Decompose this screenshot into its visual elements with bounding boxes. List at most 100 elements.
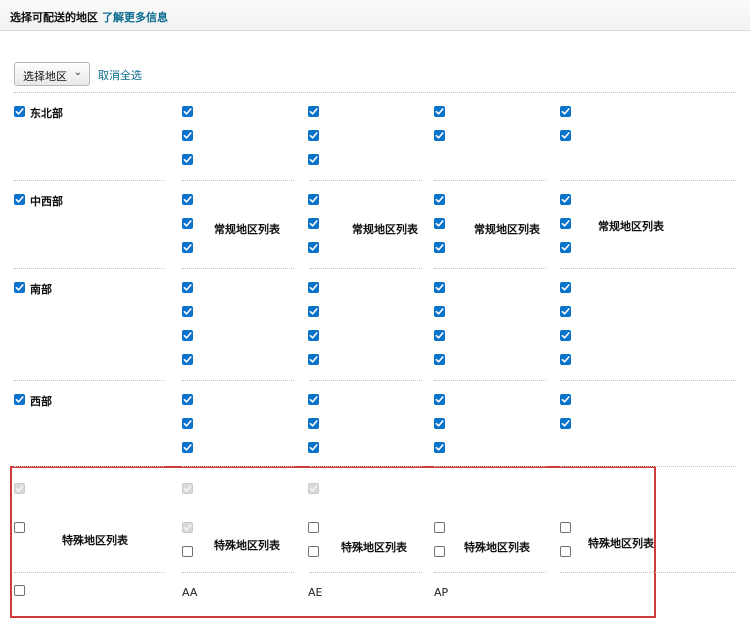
state-checkbox[interactable]	[308, 218, 319, 229]
state-checkbox[interactable]	[434, 306, 445, 317]
state-checkbox[interactable]	[560, 194, 571, 205]
state-checkbox[interactable]	[308, 418, 319, 429]
region-label: 东北部	[30, 107, 63, 120]
row-divider	[310, 268, 422, 269]
state-checkbox[interactable]	[308, 394, 319, 405]
state-checkbox[interactable]	[560, 218, 571, 229]
state-checkbox[interactable]	[560, 282, 571, 293]
page-title: 选择可配送的地区	[10, 11, 98, 24]
row-divider	[182, 380, 294, 381]
special-checkbox[interactable]	[182, 546, 193, 557]
row-divider	[14, 380, 164, 381]
state-checkbox[interactable]	[434, 218, 445, 229]
special-checkbox[interactable]	[560, 546, 571, 557]
learn-more-link[interactable]: 了解更多信息	[102, 9, 168, 25]
row-divider	[14, 572, 164, 573]
regular-list-label: 常规地区列表	[352, 223, 418, 236]
state-checkbox[interactable]	[560, 130, 571, 141]
state-checkbox[interactable]	[182, 442, 193, 453]
state-checkbox[interactable]	[434, 394, 445, 405]
state-checkbox[interactable]	[182, 106, 193, 117]
state-checkbox[interactable]	[434, 330, 445, 341]
special-checkbox-disabled	[308, 483, 319, 494]
special-checkbox-disabled	[14, 483, 25, 494]
row-divider	[182, 268, 294, 269]
state-checkbox[interactable]	[182, 282, 193, 293]
region-label: 西部	[30, 395, 52, 408]
state-checkbox[interactable]	[560, 330, 571, 341]
row-divider	[14, 466, 164, 467]
regular-list-label: 常规地区列表	[474, 223, 540, 236]
special-list-label: 特殊地区列表	[464, 541, 530, 554]
state-checkbox[interactable]	[434, 130, 445, 141]
special-code-label: AA	[182, 586, 198, 599]
state-checkbox[interactable]	[182, 330, 193, 341]
state-checkbox[interactable]	[182, 242, 193, 253]
region-checkbox[interactable]	[14, 394, 25, 405]
state-checkbox[interactable]	[308, 130, 319, 141]
row-divider	[14, 92, 736, 93]
row-divider	[560, 466, 736, 467]
state-checkbox[interactable]	[560, 418, 571, 429]
special-checkbox[interactable]	[308, 522, 319, 533]
state-checkbox[interactable]	[182, 218, 193, 229]
special-code-label: AP	[434, 586, 449, 599]
state-checkbox[interactable]	[434, 106, 445, 117]
state-checkbox[interactable]	[182, 130, 193, 141]
row-divider	[310, 572, 422, 573]
state-checkbox[interactable]	[182, 194, 193, 205]
state-checkbox[interactable]	[434, 194, 445, 205]
state-checkbox[interactable]	[308, 282, 319, 293]
region-label: 中西部	[30, 195, 63, 208]
special-checkbox-disabled	[182, 522, 193, 533]
special-group-checkbox[interactable]	[14, 522, 25, 533]
row-divider	[14, 180, 164, 181]
state-checkbox[interactable]	[308, 442, 319, 453]
deselect-all-link[interactable]: 取消全选	[98, 67, 142, 83]
regular-list-label: 常规地区列表	[214, 223, 280, 236]
state-checkbox[interactable]	[434, 418, 445, 429]
state-checkbox[interactable]	[182, 394, 193, 405]
state-checkbox[interactable]	[182, 154, 193, 165]
region-label: 南部	[30, 283, 52, 296]
state-checkbox[interactable]	[434, 282, 445, 293]
state-checkbox[interactable]	[560, 106, 571, 117]
state-checkbox[interactable]	[560, 242, 571, 253]
select-region-dropdown[interactable]: 选择地区 ⌄	[14, 62, 90, 86]
state-checkbox[interactable]	[308, 330, 319, 341]
state-checkbox[interactable]	[308, 154, 319, 165]
state-checkbox[interactable]	[434, 442, 445, 453]
special-list-label: 特殊地区列表	[62, 534, 128, 547]
state-checkbox[interactable]	[560, 394, 571, 405]
special-checkbox[interactable]	[560, 522, 571, 533]
state-checkbox[interactable]	[182, 418, 193, 429]
row-divider	[434, 268, 546, 269]
row-divider	[182, 572, 294, 573]
row-divider	[310, 180, 422, 181]
state-checkbox[interactable]	[434, 354, 445, 365]
state-checkbox[interactable]	[308, 242, 319, 253]
special-checkbox-disabled	[182, 483, 193, 494]
state-checkbox[interactable]	[308, 306, 319, 317]
row-divider	[560, 572, 736, 573]
special-group-checkbox[interactable]	[14, 585, 25, 596]
special-checkbox[interactable]	[308, 546, 319, 557]
region-checkbox[interactable]	[14, 106, 25, 117]
row-divider	[434, 466, 546, 467]
row-divider	[310, 380, 422, 381]
special-checkbox[interactable]	[434, 522, 445, 533]
region-checkbox[interactable]	[14, 194, 25, 205]
state-checkbox[interactable]	[434, 242, 445, 253]
state-checkbox[interactable]	[182, 354, 193, 365]
state-checkbox[interactable]	[308, 106, 319, 117]
state-checkbox[interactable]	[560, 354, 571, 365]
state-checkbox[interactable]	[308, 354, 319, 365]
special-code-label: AE	[308, 586, 323, 599]
state-checkbox[interactable]	[560, 306, 571, 317]
special-checkbox[interactable]	[434, 546, 445, 557]
state-checkbox[interactable]	[308, 194, 319, 205]
region-checkbox[interactable]	[14, 282, 25, 293]
row-divider	[310, 466, 422, 467]
state-checkbox[interactable]	[182, 306, 193, 317]
special-list-label: 特殊地区列表	[214, 539, 280, 552]
